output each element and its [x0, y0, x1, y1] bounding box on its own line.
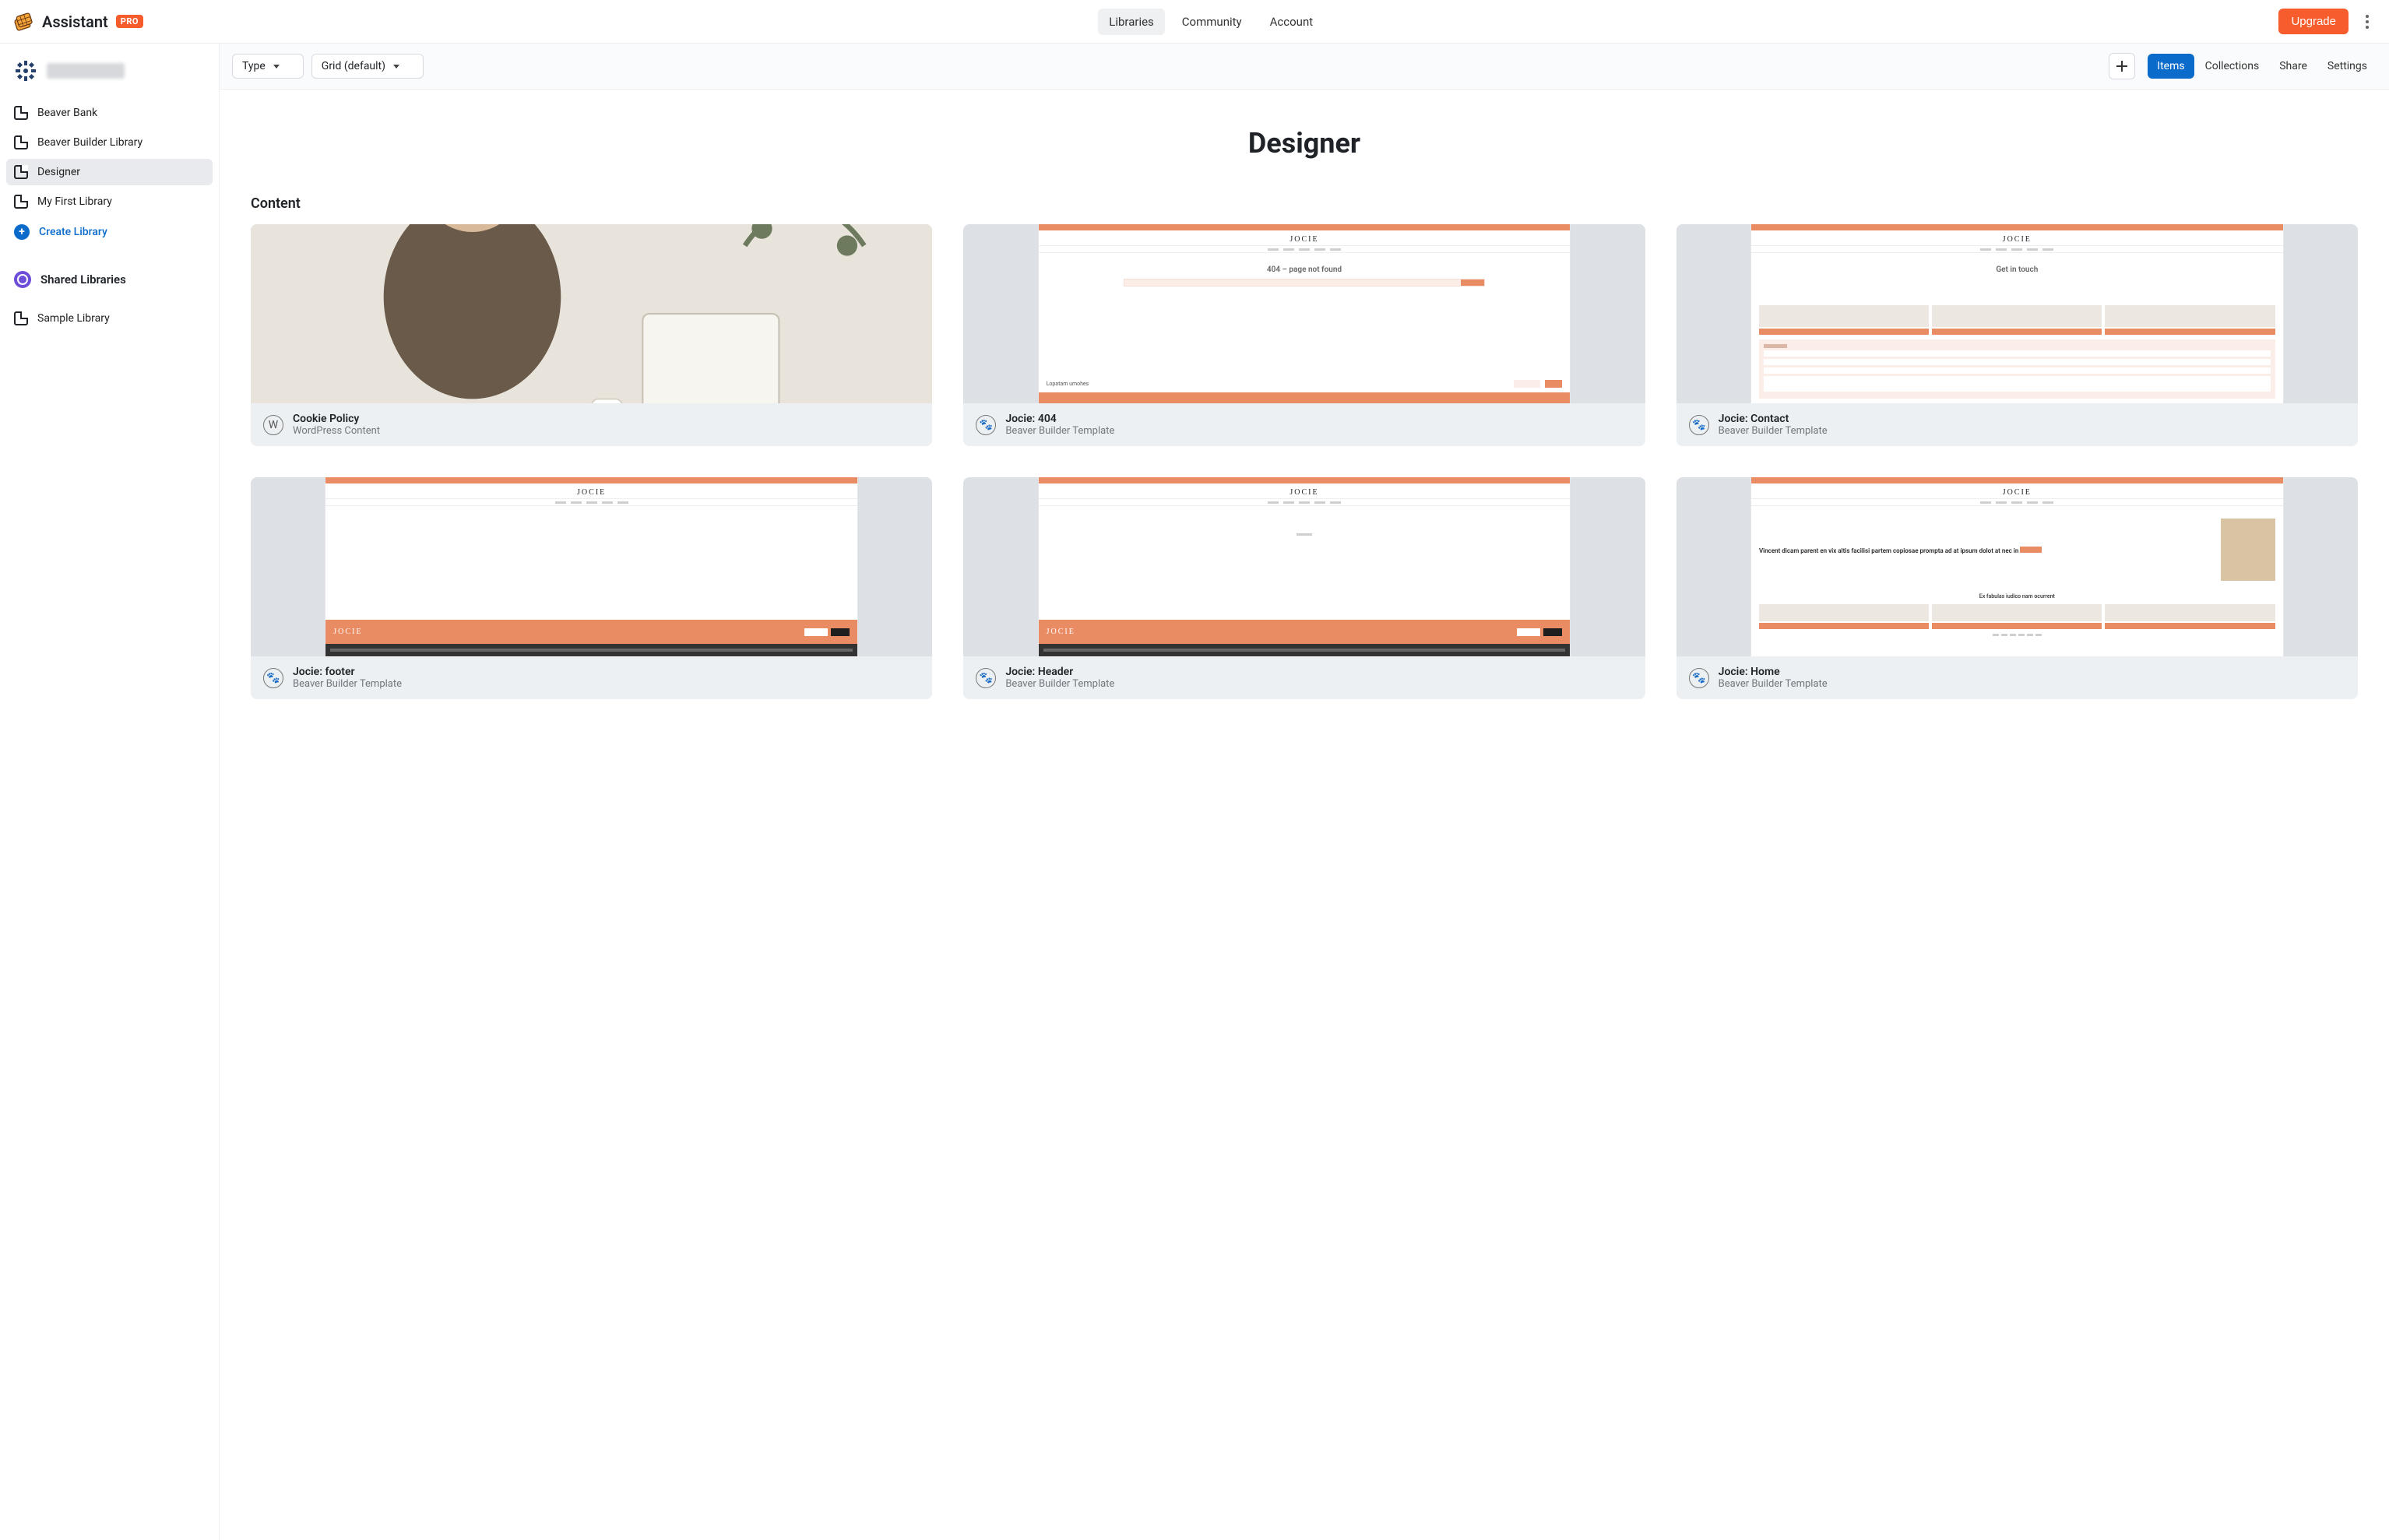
item-grid: W Cookie Policy WordPress Content — [251, 224, 2358, 699]
card-title: Jocie: Contact — [1719, 413, 1828, 425]
page-title: Designer — [220, 127, 2389, 160]
create-library-link[interactable]: + Create Library — [6, 218, 213, 246]
sidebar-item-label: Beaver Bank — [37, 107, 97, 119]
plus-icon — [2116, 61, 2127, 72]
item-card[interactable]: JOCIE 404 – page not found Lopatam umohe… — [963, 224, 1645, 446]
content-section: Content — [220, 181, 2389, 730]
beaver-icon: 🐾 — [263, 668, 283, 688]
logo-icon — [12, 11, 34, 33]
page-header: Designer — [220, 90, 2389, 181]
card-subtitle: Beaver Builder Template — [1005, 678, 1114, 690]
tab-settings[interactable]: Settings — [2318, 54, 2377, 79]
beaver-icon: 🐾 — [976, 668, 996, 688]
chevron-down-icon — [393, 65, 399, 69]
sidebar-item-my-first-library[interactable]: My First Library — [6, 188, 213, 215]
card-meta: 🐾 Jocie: footer Beaver Builder Template — [251, 656, 932, 699]
card-title: Jocie: Home — [1719, 666, 1828, 678]
section-title: Content — [251, 195, 2358, 212]
sidebar-item-label: Designer — [37, 166, 80, 178]
library-icon — [14, 165, 28, 179]
shared-libraries-heading: Shared Libraries — [6, 262, 213, 297]
thumbnail: JOCIE 404 – page not found Lopatam umohe… — [963, 224, 1645, 403]
beaver-icon: 🐾 — [1689, 415, 1709, 435]
select-label: Grid (default) — [322, 60, 385, 72]
thumbnail-image — [251, 224, 932, 403]
sidebar: Beaver Bank Beaver Builder Library Desig… — [0, 44, 220, 1540]
sidebar-item-label: Beaver Builder Library — [37, 136, 142, 149]
wordpress-icon: W — [263, 415, 283, 435]
content: Type Grid (default) Items Collections Sh… — [220, 44, 2389, 1540]
card-title: Jocie: 404 — [1005, 413, 1114, 425]
thumbnail-image: JOCIE JOCIE — [1039, 477, 1571, 656]
item-card[interactable]: W Cookie Policy WordPress Content — [251, 224, 932, 446]
shared-icon — [14, 271, 31, 288]
item-card[interactable]: JOCIE JOCIE 🐾 — [251, 477, 932, 699]
upgrade-button[interactable]: Upgrade — [2278, 9, 2349, 34]
thumbnail-image: JOCIE 404 – page not found Lopatam umohe… — [1039, 224, 1571, 403]
thumbnail: JOCIE JOCIE — [251, 477, 932, 656]
card-meta: 🐾 Jocie: Contact Beaver Builder Template — [1677, 403, 2358, 446]
card-meta: W Cookie Policy WordPress Content — [251, 403, 932, 446]
card-meta: 🐾 Jocie: 404 Beaver Builder Template — [963, 403, 1645, 446]
brand-name: Assistant — [42, 12, 108, 31]
thumbnail-image: JOCIE Get in touch — [1751, 224, 2283, 403]
tab-share[interactable]: Share — [2270, 54, 2317, 79]
tab-items[interactable]: Items — [2148, 54, 2194, 79]
pro-badge: PRO — [116, 15, 143, 28]
card-subtitle: Beaver Builder Template — [1719, 425, 1828, 437]
top-nav: Libraries Community Account — [143, 9, 2278, 35]
card-meta: 🐾 Jocie: Header Beaver Builder Template — [963, 656, 1645, 699]
nav-libraries[interactable]: Libraries — [1098, 9, 1165, 35]
thumbnail: JOCIE Get in touch — [1677, 224, 2358, 403]
sidebar-item-label: My First Library — [37, 195, 112, 208]
brand: Assistant PRO — [12, 11, 143, 33]
tab-collections[interactable]: Collections — [2196, 54, 2269, 79]
thumbnail: JOCIE JOCIE — [963, 477, 1645, 656]
card-title: Jocie: footer — [293, 666, 402, 678]
sidebar-item-label: Create Library — [39, 226, 107, 238]
card-meta: 🐾 Jocie: Home Beaver Builder Template — [1677, 656, 2358, 699]
thumbnail — [251, 224, 932, 403]
card-subtitle: Beaver Builder Template — [293, 678, 402, 690]
beaver-icon: 🐾 — [976, 415, 996, 435]
sidebar-item-beaver-builder-library[interactable]: Beaver Builder Library — [6, 129, 213, 156]
library-icon — [14, 311, 28, 325]
view-tabs: Items Collections Share Settings — [2148, 54, 2377, 79]
section-title: Shared Libraries — [40, 272, 126, 287]
beaver-icon: 🐾 — [1689, 668, 1709, 688]
add-item-button[interactable] — [2109, 53, 2135, 79]
sidebar-item-designer[interactable]: Designer — [6, 159, 213, 185]
nav-community[interactable]: Community — [1171, 9, 1253, 35]
nav-account[interactable]: Account — [1259, 9, 1325, 35]
plus-circle-icon: + — [14, 224, 30, 240]
view-mode-select[interactable]: Grid (default) — [311, 54, 424, 79]
card-subtitle: Beaver Builder Template — [1005, 425, 1114, 437]
sidebar-item-label: Sample Library — [37, 312, 110, 325]
card-subtitle: Beaver Builder Template — [1719, 678, 1828, 690]
topbar-right: Upgrade — [2278, 9, 2377, 34]
thumbnail-image: JOCIE Vincent dicam parent en vix altis … — [1751, 477, 2283, 656]
team-icon — [14, 59, 37, 83]
card-title: Jocie: Header — [1005, 666, 1114, 678]
library-icon — [14, 106, 28, 120]
sidebar-item-sample-library[interactable]: Sample Library — [6, 305, 213, 332]
top-bar: Assistant PRO Libraries Community Accoun… — [0, 0, 2389, 44]
thumbnail-image: JOCIE JOCIE — [325, 477, 857, 656]
card-title: Cookie Policy — [293, 413, 380, 425]
chevron-down-icon — [273, 65, 280, 69]
item-card[interactable]: JOCIE JOCIE 🐾 — [963, 477, 1645, 699]
select-label: Type — [242, 60, 266, 72]
thumbnail: JOCIE Vincent dicam parent en vix altis … — [1677, 477, 2358, 656]
item-card[interactable]: JOCIE Get in touch — [1677, 224, 2358, 446]
library-icon — [14, 135, 28, 149]
overflow-menu-icon[interactable] — [2358, 12, 2377, 31]
team-name — [47, 63, 125, 79]
card-subtitle: WordPress Content — [293, 425, 380, 437]
content-toolbar: Type Grid (default) Items Collections Sh… — [220, 44, 2389, 90]
item-card[interactable]: JOCIE Vincent dicam parent en vix altis … — [1677, 477, 2358, 699]
library-icon — [14, 195, 28, 209]
team-switcher[interactable] — [6, 53, 213, 89]
type-filter-select[interactable]: Type — [232, 54, 304, 79]
sidebar-item-beaver-bank[interactable]: Beaver Bank — [6, 100, 213, 126]
